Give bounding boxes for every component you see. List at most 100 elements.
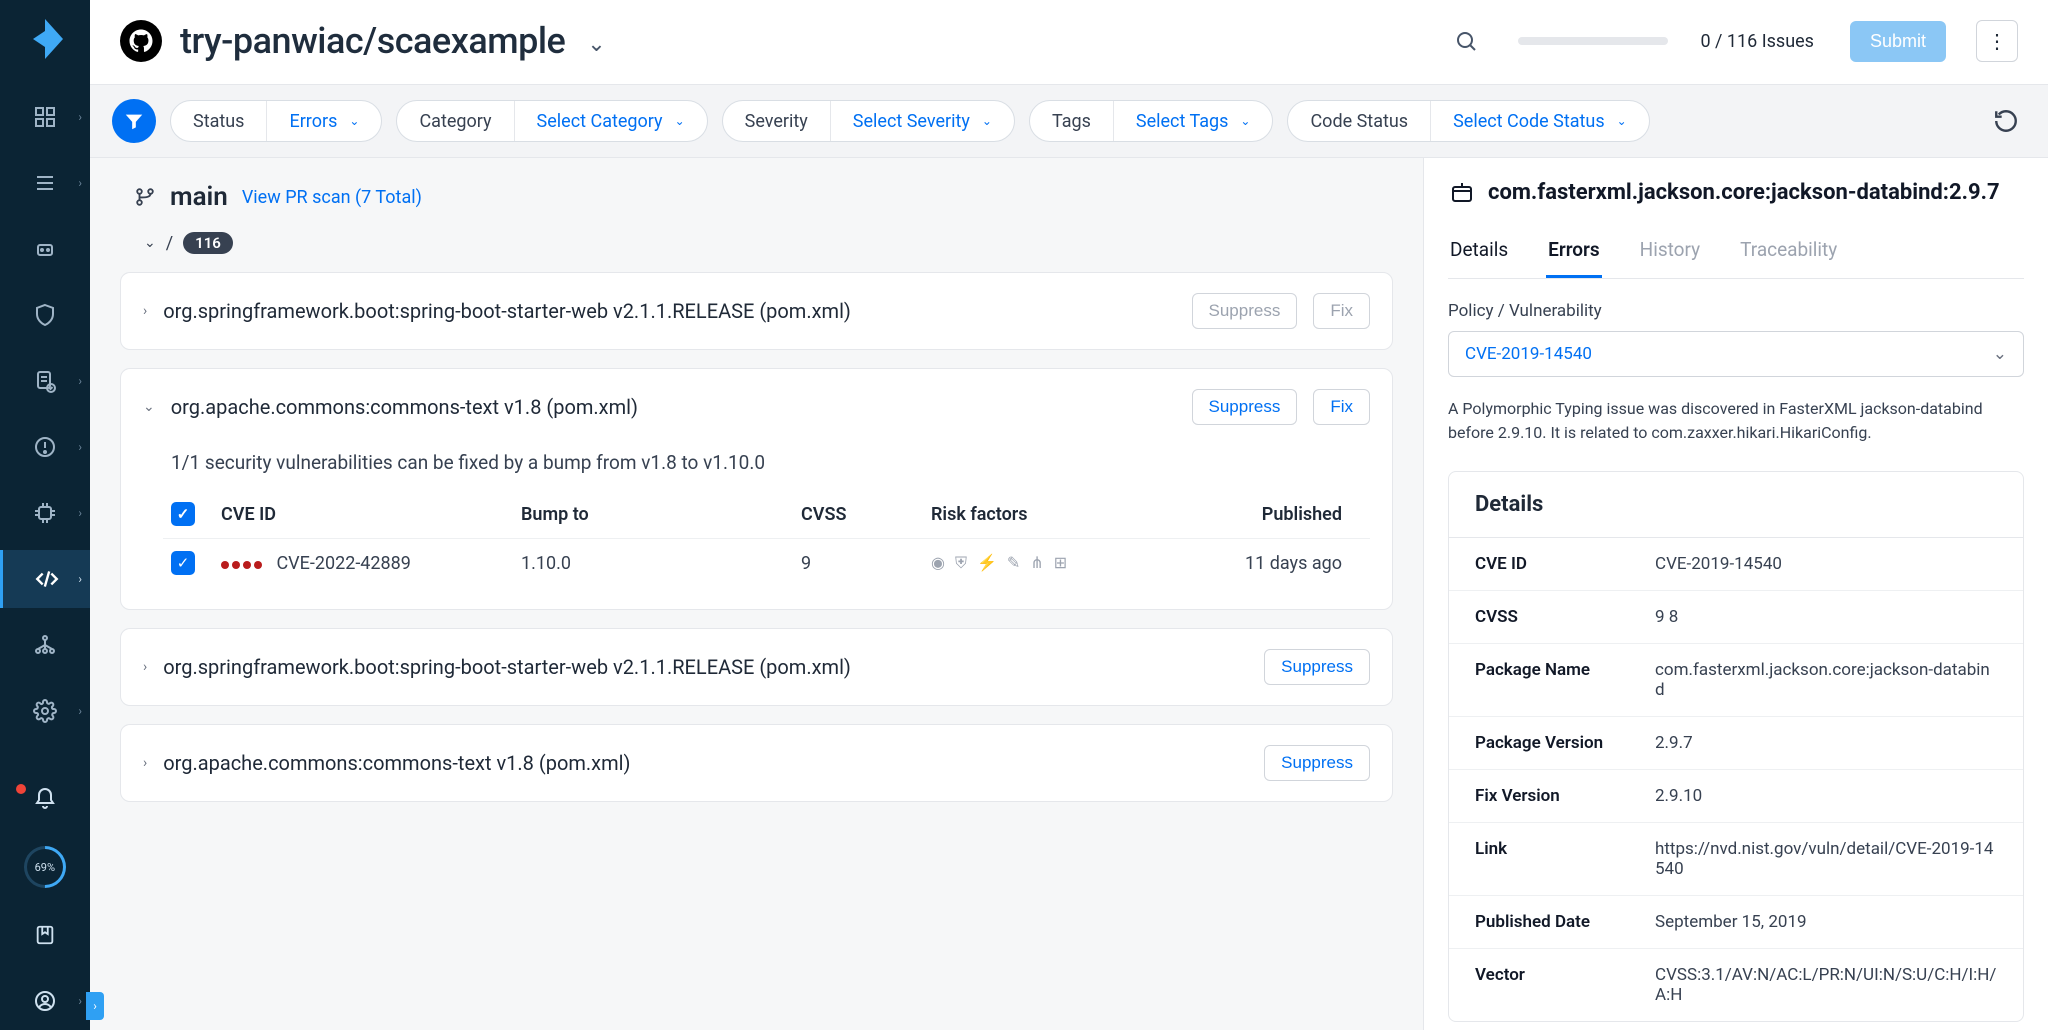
submit-button[interactable]: Submit xyxy=(1850,21,1946,62)
filter-category-value[interactable]: Select Category xyxy=(537,111,663,132)
detail-value: September 15, 2019 xyxy=(1655,912,1997,932)
bolt-icon: ⚡ xyxy=(977,553,997,573)
filter-status-label: Status xyxy=(193,111,244,132)
suppress-button[interactable]: Suppress xyxy=(1264,649,1370,685)
filter-severity-value[interactable]: Select Severity xyxy=(853,111,970,132)
chevron-right-icon[interactable]: › xyxy=(143,303,147,319)
detail-key: Vector xyxy=(1475,965,1655,1005)
package-name[interactable]: org.apache.commons:commons-text v1.8 (po… xyxy=(171,395,1176,419)
filter-tags-value[interactable]: Select Tags xyxy=(1136,111,1229,132)
package-card: › org.apache.commons:commons-text v1.8 (… xyxy=(120,724,1393,802)
risk-factor-icons: ◉⛨⚡✎⋔⊞ xyxy=(931,553,1131,573)
nav-item-alert[interactable]: › xyxy=(0,418,90,476)
detail-key: CVE ID xyxy=(1475,554,1655,574)
severity-dots-icon xyxy=(221,561,262,569)
nav-item-chip[interactable]: › xyxy=(0,484,90,542)
policy-select[interactable]: CVE-2019-14540 ⌄ xyxy=(1448,331,2024,377)
suppress-button[interactable]: Suppress xyxy=(1192,389,1298,425)
fix-button[interactable]: Fix xyxy=(1313,293,1370,329)
details-box: Details CVE IDCVE-2019-14540 CVSS9 8 Pac… xyxy=(1448,471,2024,1022)
nav-gauge[interactable]: 69% xyxy=(15,837,74,896)
filter-code-status-value[interactable]: Select Code Status xyxy=(1453,111,1605,132)
brand-logo xyxy=(18,12,72,66)
filter-bar: Status Errors⌄ Category Select Category⌄… xyxy=(90,85,2048,158)
nav-item-bot[interactable] xyxy=(0,220,90,278)
eye-icon: ◉ xyxy=(931,553,945,573)
package-card: › org.springframework.boot:spring-boot-s… xyxy=(120,272,1393,350)
filter-category-label: Category xyxy=(419,111,491,132)
nav-item-account[interactable]: › xyxy=(0,972,90,1030)
nav-item-doc-check[interactable]: › xyxy=(0,352,90,410)
col-published: Published xyxy=(1131,504,1362,525)
detail-value: CVE-2019-14540 xyxy=(1655,554,1997,574)
notification-dot-icon xyxy=(16,784,26,794)
filter-toggle-button[interactable] xyxy=(112,99,156,143)
nav-gauge-value: 69% xyxy=(35,860,55,873)
package-name[interactable]: org.springframework.boot:spring-boot-sta… xyxy=(163,655,1248,679)
chevron-right-icon[interactable]: › xyxy=(143,659,147,675)
detail-value: https://nvd.nist.gov/vuln/detail/CVE-201… xyxy=(1655,839,1997,879)
package-name[interactable]: org.apache.commons:commons-text v1.8 (po… xyxy=(163,751,1248,775)
details-box-header: Details xyxy=(1449,472,2023,538)
nav-item-dashboard[interactable]: › xyxy=(0,88,90,146)
search-icon[interactable] xyxy=(1452,27,1480,55)
tab-details[interactable]: Details xyxy=(1448,232,1510,278)
branch-name[interactable]: main xyxy=(170,182,228,212)
tab-history[interactable]: History xyxy=(1638,232,1702,278)
nav-item-bookmark[interactable] xyxy=(0,906,90,964)
header: try-panwiac/scaexample ⌄ 0 / 116 Issues … xyxy=(90,0,2048,85)
chevron-down-icon: ⌄ xyxy=(982,114,992,128)
issues-count: 0 / 116 Issues xyxy=(1700,31,1814,52)
repo-dropdown-caret[interactable]: ⌄ xyxy=(587,32,605,57)
row-checkbox[interactable]: ✓ xyxy=(171,551,195,575)
shield-icon: ⛨ xyxy=(955,553,967,573)
col-risk: Risk factors xyxy=(931,504,1131,525)
reset-filters-button[interactable] xyxy=(1986,101,2026,141)
detail-key: Fix Version xyxy=(1475,786,1655,806)
detail-key: Link xyxy=(1475,839,1655,879)
details-tabs: Details Errors History Traceability xyxy=(1448,232,2024,279)
nav-item-shield[interactable] xyxy=(0,286,90,344)
details-pane: com.fasterxml.jackson.core:jackson-datab… xyxy=(1423,158,2048,1030)
detail-key: Package Version xyxy=(1475,733,1655,753)
published-date: 11 days ago xyxy=(1131,553,1362,574)
nav-expand-tab[interactable]: › xyxy=(86,992,104,1020)
results-pane: main View PR scan (7 Total) ⌄ / 116 › or… xyxy=(90,158,1423,1030)
detail-value: CVSS:3.1/AV:N/AC:L/PR:N/UI:N/S:U/C:H/I:H… xyxy=(1655,965,1997,1005)
nav-item-code[interactable]: › xyxy=(0,550,90,608)
breadcrumb[interactable]: ⌄ / 116 xyxy=(120,232,1393,254)
filter-status: Status Errors⌄ xyxy=(170,100,382,142)
repo-title[interactable]: try-panwiac/scaexample xyxy=(180,20,565,62)
package-name[interactable]: org.springframework.boot:spring-boot-sta… xyxy=(163,299,1175,323)
nav-item-list[interactable]: › xyxy=(0,154,90,212)
col-cve: CVE ID xyxy=(221,504,521,525)
chevron-down-icon: ⌄ xyxy=(1240,114,1250,128)
select-all-checkbox[interactable]: ✓ xyxy=(171,502,195,526)
view-pr-scan-link[interactable]: View PR scan (7 Total) xyxy=(242,187,422,208)
table-row[interactable]: ✓ CVE-2022-42889 1.10.0 9 ◉⛨⚡✎⋔⊞ xyxy=(163,539,1370,587)
tab-errors[interactable]: Errors xyxy=(1546,232,1602,278)
cve-id: CVE-2022-42889 xyxy=(276,553,410,574)
detail-value: 2.9.7 xyxy=(1655,733,1997,753)
more-menu-button[interactable]: ⋮ xyxy=(1976,20,2018,62)
nav-item-settings[interactable]: › xyxy=(0,682,90,740)
tab-traceability[interactable]: Traceability xyxy=(1738,232,1839,278)
suppress-button[interactable]: Suppress xyxy=(1192,293,1298,329)
filter-code-status-label: Code Status xyxy=(1310,111,1408,132)
package-card: › org.springframework.boot:spring-boot-s… xyxy=(120,628,1393,706)
branch-row: main View PR scan (7 Total) xyxy=(120,182,1393,212)
chevron-down-icon: ⌄ xyxy=(144,235,156,251)
filter-code-status: Code Status Select Code Status⌄ xyxy=(1287,100,1649,142)
nav-item-network[interactable] xyxy=(0,616,90,674)
policy-select-value: CVE-2019-14540 xyxy=(1465,344,1592,364)
filter-tags: Tags Select Tags⌄ xyxy=(1029,100,1274,142)
chevron-right-icon[interactable]: › xyxy=(143,755,147,771)
chevron-down-icon[interactable]: ⌄ xyxy=(143,399,155,415)
nav-rail: › › › › › › › 69% › › xyxy=(0,0,90,1030)
bump-version: 1.10.0 xyxy=(521,553,801,574)
vulnerability-table: ✓ CVE ID Bump to CVSS Risk factors Publi… xyxy=(163,490,1370,587)
nav-item-notifications[interactable] xyxy=(0,770,90,828)
fix-button[interactable]: Fix xyxy=(1313,389,1370,425)
filter-status-value[interactable]: Errors xyxy=(289,111,337,132)
suppress-button[interactable]: Suppress xyxy=(1264,745,1370,781)
